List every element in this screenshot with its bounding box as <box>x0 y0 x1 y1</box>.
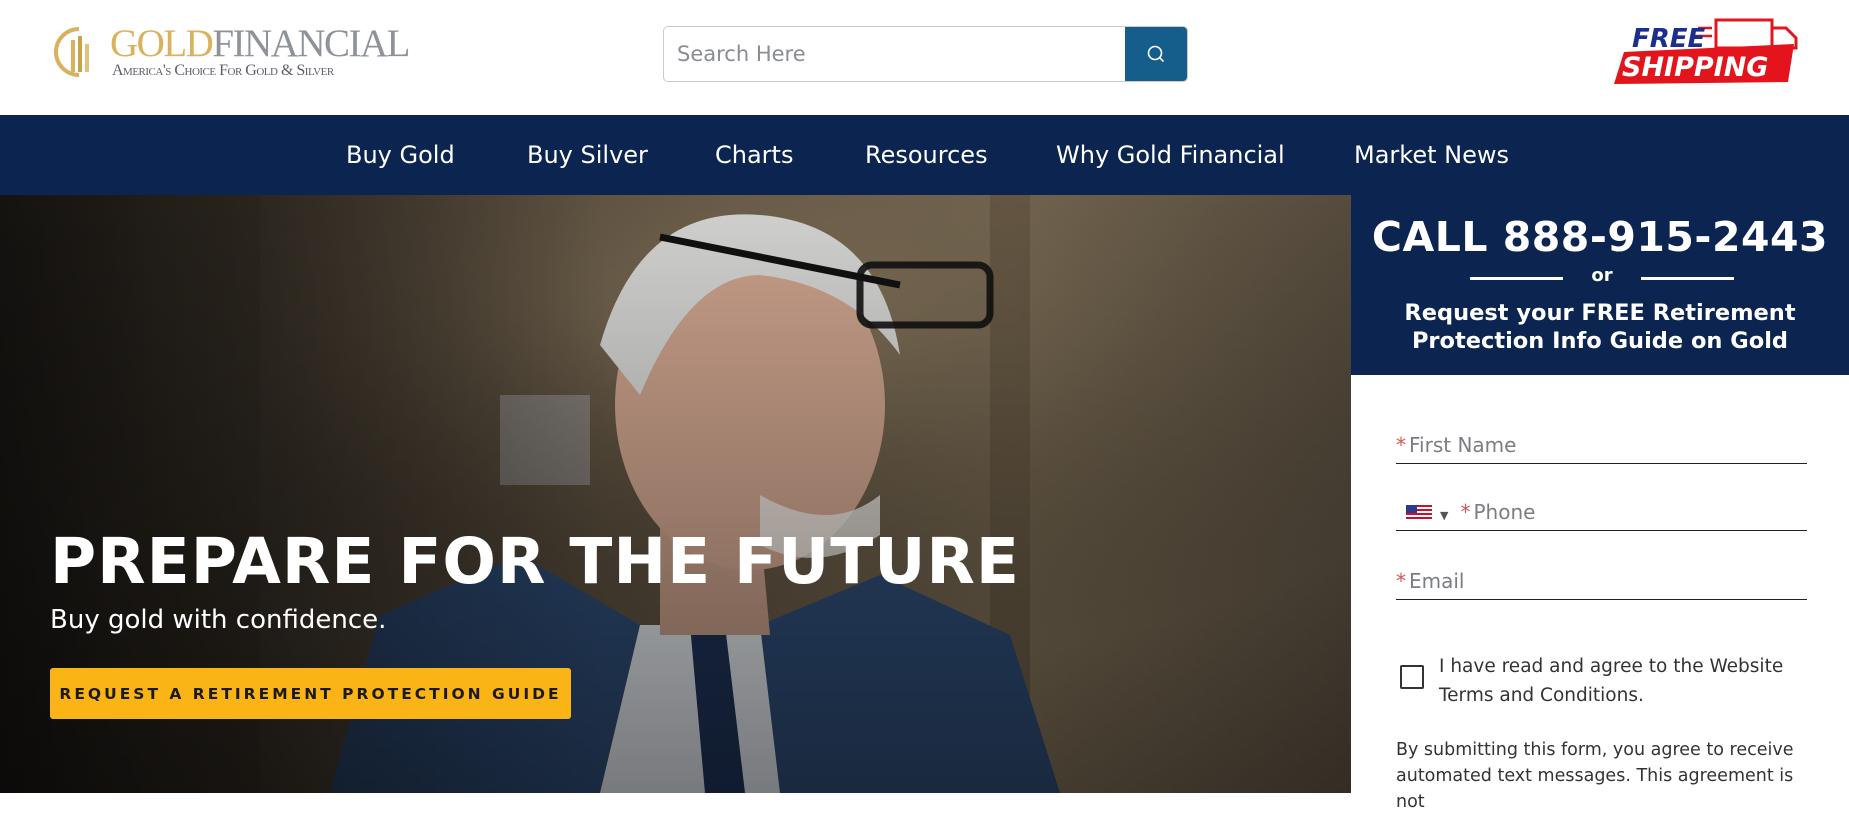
or-text: or <box>1591 265 1613 286</box>
free-shipping-badge[interactable]: FREE SHIPPING <box>1612 14 1802 86</box>
email-placeholder: Email <box>1409 569 1465 593</box>
required-marker: * <box>1396 569 1406 593</box>
gold-financial-logo[interactable]: GOLDFINANCIAL America's Choice For Gold … <box>54 24 410 84</box>
search-bar <box>663 26 1188 82</box>
hero-banner: PREPARE FOR THE FUTURE Buy gold with con… <box>0 195 1351 793</box>
logo-emblem-icon <box>54 27 89 77</box>
required-marker: * <box>1460 500 1471 524</box>
logo-gold-text: GOLD <box>110 22 214 65</box>
us-flag-icon[interactable] <box>1406 505 1432 521</box>
divider-line-right <box>1641 277 1734 280</box>
search-input[interactable] <box>664 27 1127 81</box>
request-guide-button[interactable]: REQUEST A RETIREMENT PROTECTION GUIDE <box>50 668 571 719</box>
search-button[interactable] <box>1125 27 1187 81</box>
sms-disclaimer: By submitting this form, you agree to re… <box>1396 740 1794 812</box>
nav-buy-silver[interactable]: Buy Silver <box>527 115 648 195</box>
free-shipping-free-text: FREE <box>1632 24 1706 54</box>
nav-charts[interactable]: Charts <box>715 115 793 195</box>
nav-why-gold-financial[interactable]: Why Gold Financial <box>1056 115 1285 195</box>
country-dropdown-caret-icon[interactable]: ▼ <box>1440 509 1448 522</box>
required-marker: * <box>1396 433 1406 457</box>
hero-subtitle: Buy gold with confidence. <box>50 605 387 635</box>
terms-checkbox[interactable] <box>1400 665 1424 689</box>
terms-agreement-label: I have read and agree to the Website Ter… <box>1439 656 1784 706</box>
logo-financial-text: FINANCIAL <box>212 22 410 65</box>
nav-resources[interactable]: Resources <box>865 115 988 195</box>
hero-title: PREPARE FOR THE FUTURE <box>50 525 1020 598</box>
call-phone-number[interactable]: CALL 888-915-2443 <box>1351 213 1849 261</box>
nav-buy-gold[interactable]: Buy Gold <box>346 115 455 195</box>
email-field[interactable]: * Email <box>1396 556 1807 600</box>
main-navigation: Buy Gold Buy Silver Charts Resources Why… <box>0 115 1849 195</box>
lead-form: * First Name ▼ * Phone * Email <box>1351 375 1849 793</box>
phone-placeholder: Phone <box>1473 500 1536 524</box>
phone-field[interactable]: ▼ * Phone <box>1396 487 1807 531</box>
first-name-field[interactable]: * First Name <box>1396 420 1807 464</box>
site-header: GOLDFINANCIAL America's Choice For Gold … <box>0 0 1849 115</box>
logo-tagline: America's Choice For Gold & Silver <box>112 62 334 79</box>
search-icon <box>1147 45 1164 62</box>
request-guide-heading: Request your FREE Retirement Protection … <box>1404 300 1796 354</box>
free-shipping-shipping-text: SHIPPING <box>1622 52 1768 83</box>
lead-form-header: CALL 888-915-2443 or Request your FREE R… <box>1351 195 1849 375</box>
nav-market-news[interactable]: Market News <box>1354 115 1509 195</box>
logo-wordmark: GOLDFINANCIAL <box>110 22 410 65</box>
first-name-placeholder: First Name <box>1409 433 1517 457</box>
divider-line-left <box>1470 277 1563 280</box>
or-divider: or <box>1351 265 1849 289</box>
